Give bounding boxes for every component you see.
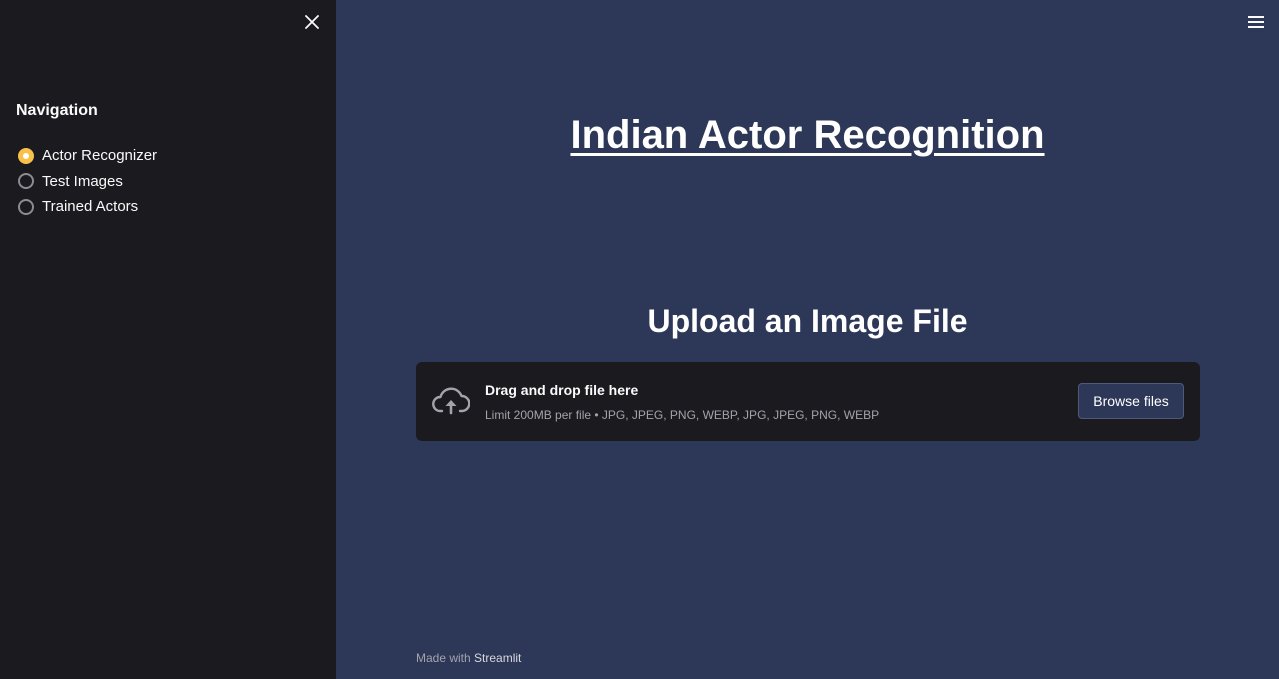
main-menu-button[interactable] — [1244, 12, 1268, 32]
radio-unselected-icon — [18, 173, 34, 190]
page-title: Indian Actor Recognition — [570, 113, 1045, 157]
radio-option-actor-recognizer[interactable]: Actor Recognizer — [16, 143, 157, 169]
streamlit-link[interactable]: Streamlit — [474, 651, 521, 665]
footer: Made with Streamlit — [416, 651, 521, 665]
app-root: Navigation Actor Recognizer Test Images … — [0, 0, 1279, 679]
navigation-heading: Navigation — [16, 102, 98, 119]
cloud-upload-icon — [432, 387, 470, 415]
radio-option-label: Actor Recognizer — [42, 147, 158, 165]
browse-files-button[interactable]: Browse files — [1078, 383, 1184, 419]
footer-prefix: Made with — [416, 651, 475, 665]
radio-option-test-images[interactable]: Test Images — [16, 169, 157, 195]
radio-unselected-icon — [18, 198, 34, 215]
radio-selected-icon — [18, 147, 34, 164]
radio-option-label: Trained Actors — [42, 198, 139, 216]
dropzone-title: Drag and drop file here — [485, 382, 639, 398]
dropzone-file-limit: Limit 200MB per file • JPG, JPEG, PNG, W… — [485, 408, 880, 422]
file-dropzone[interactable]: Drag and drop file here Limit 200MB per … — [416, 362, 1200, 441]
upload-heading: Upload an Image File — [647, 303, 968, 339]
radio-option-trained-actors[interactable]: Trained Actors — [16, 194, 157, 220]
navigation-radio-group: Actor Recognizer Test Images Trained Act… — [16, 143, 157, 220]
close-icon — [305, 15, 319, 29]
radio-option-label: Test Images — [42, 172, 123, 190]
sidebar: Navigation Actor Recognizer Test Images … — [0, 0, 336, 679]
close-sidebar-button[interactable] — [300, 10, 324, 34]
hamburger-menu-icon — [1248, 16, 1264, 28]
